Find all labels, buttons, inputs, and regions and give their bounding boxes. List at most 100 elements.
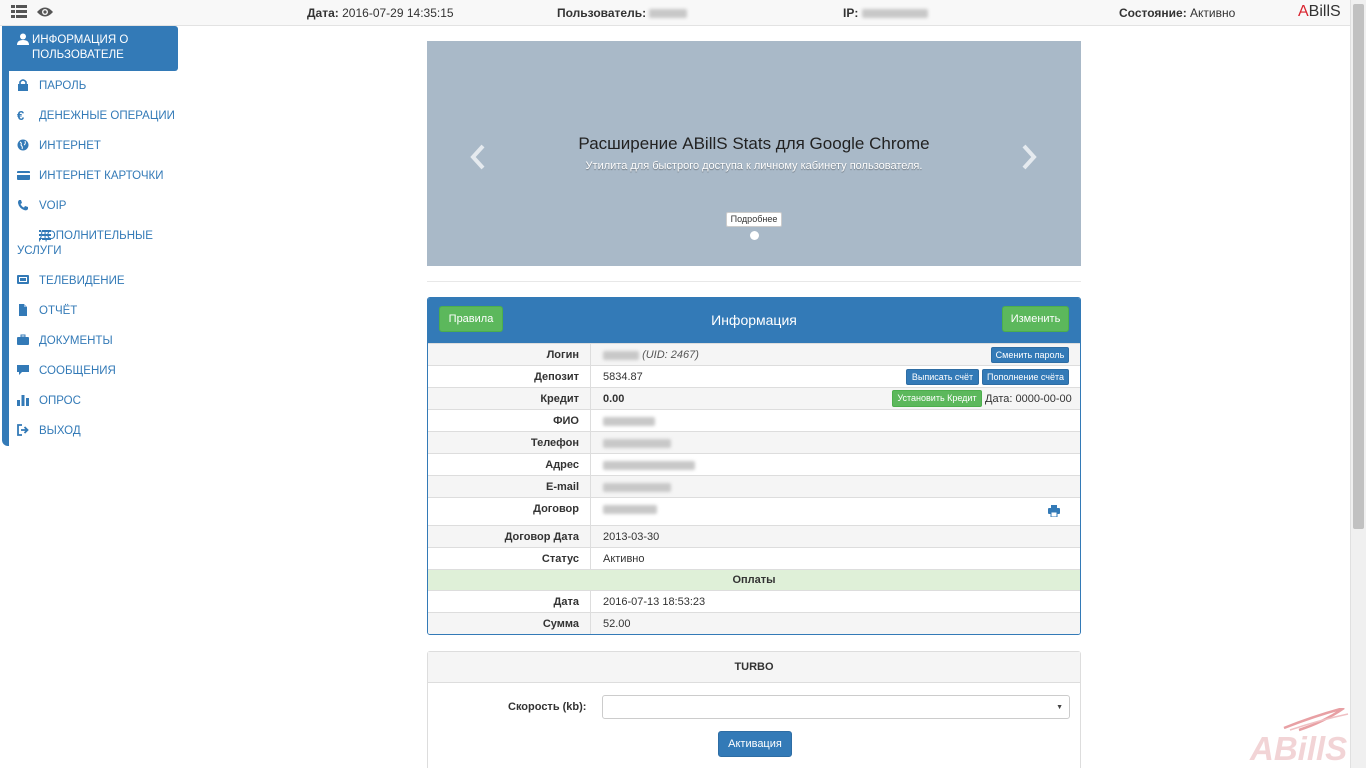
speed-label: Скорость (kb): <box>508 701 587 713</box>
row-separator <box>590 498 591 525</box>
menu-list-icon[interactable] <box>11 4 27 23</box>
row-label: Статус <box>541 553 579 565</box>
status-info: Состояние: Активно <box>1119 6 1236 20</box>
topup-button[interactable]: Пополнение счёта <box>982 369 1069 385</box>
sidebar-item-extra-services[interactable]: ДОПОЛНИТЕЛЬНЫЕ УСЛУГИ <box>9 229 179 259</box>
user-icon <box>17 33 31 47</box>
print-icon[interactable] <box>1048 505 1060 520</box>
redacted-login <box>603 350 639 360</box>
sidebar-item-report[interactable]: ОТЧЁТ <box>9 304 179 319</box>
sidebar-item-label: ИНТЕРНЕТ <box>39 140 101 152</box>
row-separator <box>590 410 591 431</box>
row-status: Статус Активно <box>428 547 1080 569</box>
row-credit: Кредит 0.00 Установить Кредит Дата: 0000… <box>428 387 1080 409</box>
write-invoice-button[interactable]: Выписать счёт <box>906 369 979 385</box>
set-credit-button[interactable]: Установить Кредит <box>892 390 982 407</box>
row-value <box>603 481 671 493</box>
logout-icon <box>17 424 31 438</box>
change-password-button[interactable]: Сменить пароль <box>991 347 1069 363</box>
row-fio: ФИО <box>428 409 1080 431</box>
row-separator <box>590 366 591 387</box>
sidebar-item-label: ОТЧЁТ <box>39 305 78 317</box>
sidebar-item-user-info[interactable]: ИНФОРМАЦИЯ О ПОЛЬЗОВАТЕЛЕ <box>2 26 178 71</box>
row-separator <box>590 548 591 569</box>
credit-card-icon <box>17 169 31 183</box>
comment-icon <box>17 364 31 378</box>
row-value <box>603 415 655 427</box>
row-value: Активно <box>603 553 645 565</box>
page-scrollbar[interactable] <box>1350 0 1366 768</box>
sidebar-item-documents[interactable]: ДОКУМЕНТЫ <box>9 334 179 349</box>
sidebar-item-label: ВЫХОД <box>39 425 81 437</box>
edit-button[interactable]: Изменить <box>1002 306 1069 332</box>
row-email: E-mail <box>428 475 1080 497</box>
info-panel-title: Информация <box>711 312 797 328</box>
abills-logo[interactable]: ABillS <box>1298 3 1341 21</box>
briefcase-icon <box>17 334 31 348</box>
speed-select[interactable]: ▼ <box>602 695 1070 719</box>
sidebar-item-internet-cards[interactable]: ИНТЕРНЕТ КАРТОЧКИ <box>9 169 179 184</box>
row-value: 0.00 <box>603 393 625 405</box>
sidebar-item-label: ОПРОС <box>39 395 81 407</box>
activate-button[interactable]: Активация <box>718 731 792 757</box>
caret-down-icon: ▼ <box>1056 704 1063 711</box>
row-label: ФИО <box>553 415 579 427</box>
list-icon <box>17 229 51 243</box>
row-contract-date: Договор Дата 2013-03-30 <box>428 525 1080 547</box>
sidebar-item-poll[interactable]: ОПРОС <box>9 394 179 409</box>
info-panel-header: Правила Информация Изменить <box>428 298 1080 343</box>
row-separator <box>590 476 591 497</box>
row-sum: Сумма 52.00 <box>428 612 1080 634</box>
turbo-title: TURBO <box>428 652 1080 683</box>
bar-chart-icon <box>17 394 31 408</box>
lock-icon <box>17 79 31 93</box>
info-panel: Правила Информация Изменить Логин (UID: … <box>427 297 1081 635</box>
sidebar-item-money[interactable]: € ДЕНЕЖНЫЕ ОПЕРАЦИИ <box>9 109 179 124</box>
carousel-more-button[interactable]: Подробнее <box>726 212 782 227</box>
row-value <box>603 437 671 449</box>
row-value <box>603 459 695 471</box>
tv-icon <box>17 274 31 288</box>
row-value: 2013-03-30 <box>603 531 660 543</box>
redacted-phone <box>603 438 671 448</box>
scrollbar-thumb[interactable] <box>1353 4 1364 529</box>
phone-icon <box>17 199 31 213</box>
sidebar-item-label: ДОПОЛНИТЕЛЬНЫЕ УСЛУГИ <box>17 230 153 257</box>
eye-icon[interactable] <box>36 6 54 21</box>
sidebar-item-messages[interactable]: СООБЩЕНИЯ <box>9 364 179 379</box>
sidebar-item-tv[interactable]: ТЕЛЕВИДЕНИЕ <box>9 274 179 289</box>
row-contract: Договор <box>428 497 1080 525</box>
redacted-contract <box>603 504 657 514</box>
row-label: Дата <box>553 596 579 608</box>
row-label: Кредит <box>540 393 579 405</box>
credit-date: Дата: 0000-00-00 <box>985 393 1072 405</box>
sidebar-item-voip[interactable]: VOIP <box>9 199 179 214</box>
row-login: Логин (UID: 2467) Сменить пароль <box>428 343 1080 365</box>
sidebar-item-logout[interactable]: ВЫХОД <box>9 424 179 439</box>
carousel-subtitle: Утилита для быстрого доступа к личному к… <box>585 160 923 172</box>
row-phone: Телефон <box>428 431 1080 453</box>
carousel-indicator[interactable] <box>750 231 759 240</box>
redacted-email <box>603 482 671 492</box>
turbo-panel: TURBO Скорость (kb): ▼ Активация <box>427 651 1081 768</box>
redacted-fio <box>603 416 655 426</box>
sidebar: ИНФОРМАЦИЯ О ПОЛЬЗОВАТЕЛЕ ПАРОЛЬ € ДЕНЕЖ… <box>2 26 178 446</box>
row-separator <box>590 388 591 409</box>
payments-heading: Оплаты <box>732 574 776 586</box>
row-value <box>603 503 657 515</box>
redacted-address <box>603 460 695 470</box>
file-icon <box>17 304 31 318</box>
abills-watermark-logo: ABillS <box>1244 706 1350 768</box>
row-address: Адрес <box>428 453 1080 475</box>
row-label: Адрес <box>545 459 579 471</box>
row-payments-header: Оплаты <box>428 569 1080 590</box>
row-value: 52.00 <box>603 618 631 630</box>
sidebar-item-label: ДОКУМЕНТЫ <box>39 335 113 347</box>
carousel-title: Расширение ABillS Stats для Google Chrom… <box>578 134 930 153</box>
row-deposit: Депозит 5834.87 Выписать счёт Пополнение… <box>428 365 1080 387</box>
sidebar-item-internet[interactable]: ИНТЕРНЕТ <box>9 139 179 154</box>
row-separator <box>590 613 591 634</box>
row-label: Договор Дата <box>504 531 579 543</box>
sidebar-item-password[interactable]: ПАРОЛЬ <box>9 79 179 94</box>
row-separator <box>590 432 591 453</box>
